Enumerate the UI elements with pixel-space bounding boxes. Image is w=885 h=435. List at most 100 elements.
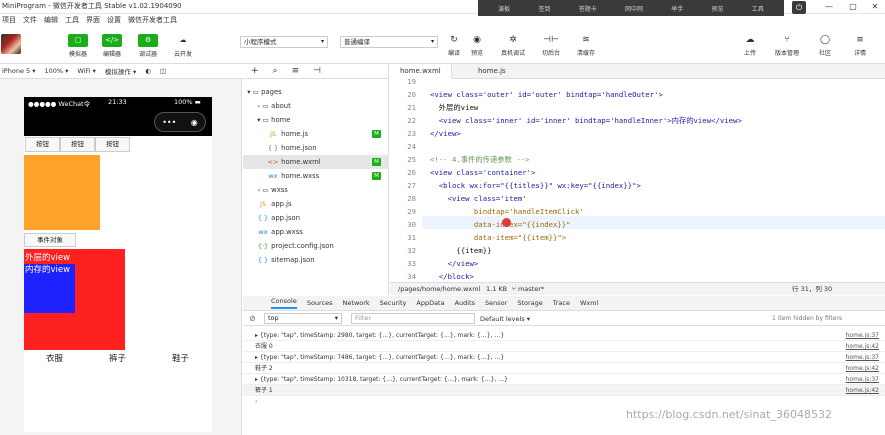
detach-icon[interactable]: ◫	[160, 67, 166, 75]
phone-button[interactable]: 按钮	[25, 137, 60, 152]
exit-icon[interactable]: ◉	[191, 118, 198, 127]
tab-security[interactable]: Security	[380, 299, 407, 307]
item-clothes[interactable]: 衣服	[46, 352, 63, 364]
tab-sensor[interactable]: Sensor	[485, 299, 507, 307]
tree-node-selected[interactable]: <> home.wxml M	[243, 155, 389, 169]
mini-capsule[interactable]: ••• ◉	[154, 112, 206, 132]
phone-button[interactable]: 按钮	[95, 137, 130, 152]
orange-box[interactable]	[24, 155, 100, 230]
tab-network[interactable]: Network	[343, 299, 370, 307]
float-item[interactable]: 签到	[538, 4, 550, 13]
phone-button[interactable]: 按钮	[60, 137, 95, 152]
clear-console-icon[interactable]: ⊘	[249, 314, 256, 323]
power-icon[interactable]: ⏻	[792, 1, 806, 14]
tree-node[interactable]: ▾ ▭ home	[243, 113, 389, 127]
source-link[interactable]: home.js:37	[846, 374, 879, 385]
background-button[interactable]: ⊣⊢ 切后台	[537, 34, 565, 57]
menu-tools[interactable]: 工具	[65, 15, 79, 25]
menu-edit[interactable]: 编辑	[44, 15, 58, 25]
float-item[interactable]: 举手	[671, 4, 683, 13]
network-select[interactable]: WiFi ▾	[77, 67, 96, 75]
console-log-line[interactable]: ▸ {type: "tap", timeStamp: 2980, target:…	[243, 330, 885, 341]
code-line: data-item="{{item}}">	[430, 233, 567, 242]
console-prompt[interactable]: ›	[243, 396, 885, 407]
source-link[interactable]: home.js:42	[846, 341, 879, 352]
search-icon[interactable]: ⌕	[273, 66, 278, 76]
tab-home-js[interactable]: home.js	[468, 64, 516, 79]
tab-sources[interactable]: Sources	[307, 299, 333, 307]
source-link[interactable]: home.js:42	[846, 385, 879, 396]
context-select[interactable]: top ▾	[264, 313, 342, 324]
tree-node[interactable]: { } home.json	[243, 141, 389, 155]
tab-storage[interactable]: Storage	[517, 299, 542, 307]
simulator-toggle-button[interactable]: ▢ 模拟器	[65, 34, 91, 58]
debugger-toggle-button[interactable]: ⚙ 调试器	[135, 34, 161, 58]
source-link[interactable]: home.js:37	[846, 330, 879, 341]
debug-icon: ⚙	[138, 34, 158, 47]
close-button[interactable]: ✕	[864, 0, 885, 13]
preview-button[interactable]: ◉ 预览	[463, 34, 491, 57]
console-filter-input[interactable]: Filter	[351, 313, 475, 324]
log-levels-select[interactable]: Default levels ▾	[480, 315, 530, 323]
collapse-icon[interactable]: ⊣	[313, 66, 321, 76]
device-select[interactable]: iPhone 5 ▾	[2, 67, 35, 75]
more-icon[interactable]: •••	[162, 118, 176, 127]
source-link[interactable]: home.js:37	[846, 352, 879, 363]
zoom-select[interactable]: 100% ▾	[44, 67, 68, 75]
console-log-line[interactable]: ▸ {type: "tap", timeStamp: 10318, target…	[243, 374, 885, 385]
devtools-tab-bar: Console Sources Network Security AppData…	[243, 296, 885, 311]
editor-toggle-button[interactable]: </> 编辑器	[99, 34, 125, 58]
menu-devtools[interactable]: 微信开发者工具	[128, 15, 177, 25]
float-item[interactable]: 预览	[712, 4, 724, 13]
menu-project[interactable]: 项目	[2, 15, 16, 25]
tab-wxml[interactable]: Wxml	[580, 299, 598, 307]
git-branch[interactable]: ⑂ master*	[512, 283, 544, 295]
tree-node[interactable]: { } app.json	[243, 211, 389, 225]
float-item[interactable]: 网中网	[625, 4, 643, 13]
tree-node[interactable]: {·} project.config.json	[243, 239, 389, 253]
console-log-line[interactable]: ▸ {type: "tap", timeStamp: 7486, target:…	[243, 352, 885, 363]
volume-icon[interactable]: ◐	[145, 67, 151, 75]
event-object-button[interactable]: 事件对象	[24, 233, 76, 247]
file-size: 1.1 KB	[486, 285, 508, 293]
avatar[interactable]	[1, 34, 21, 54]
tree-node[interactable]: wx app.wxss	[243, 225, 389, 239]
add-icon[interactable]: +	[251, 66, 259, 76]
tree-node[interactable]: ▾ ▭ pages	[243, 85, 389, 99]
tree-node[interactable]: { } sitemap.json	[243, 253, 389, 267]
float-item[interactable]: 演板	[498, 4, 510, 13]
tab-trace[interactable]: Trace	[553, 299, 570, 307]
tab-appdata[interactable]: AppData	[416, 299, 444, 307]
simulate-action-select[interactable]: 模拟操作 ▾	[105, 66, 136, 76]
code-line: </view>	[430, 129, 461, 138]
float-item[interactable]: 答题卡	[579, 4, 597, 13]
menu-settings[interactable]: 设置	[107, 15, 121, 25]
minimize-button[interactable]: —	[818, 0, 840, 13]
tab-audits[interactable]: Audits	[455, 299, 475, 307]
details-button[interactable]: ≡ 详情	[846, 34, 874, 57]
item-pants[interactable]: 裤子	[109, 352, 126, 364]
clear-cache-button[interactable]: ≋ 清缓存	[572, 34, 600, 57]
menu-file[interactable]: 文件	[23, 15, 37, 25]
tree-node[interactable]: › ▭ about	[243, 99, 389, 113]
compile-select[interactable]: 普通编译 ▾	[340, 36, 438, 48]
community-button[interactable]: ◯ 社区	[811, 34, 839, 57]
source-link[interactable]: home.js:42	[846, 363, 879, 374]
mode-select[interactable]: 小程序模式 ▾	[240, 36, 328, 48]
menu-view[interactable]: 界面	[86, 15, 100, 25]
version-button[interactable]: ⑂ 版本管理	[773, 34, 801, 57]
tree-node[interactable]: wx home.wxss M	[243, 169, 389, 183]
list-icon[interactable]: ≡	[292, 66, 300, 76]
float-item[interactable]: 工具	[752, 4, 764, 13]
battery: 100% ▬	[174, 98, 201, 106]
remote-debug-button[interactable]: ✲ 真机调试	[499, 34, 527, 57]
tab-console[interactable]: Console	[271, 297, 297, 309]
upload-button[interactable]: ☁ 上传	[736, 34, 764, 57]
maximize-button[interactable]: □	[842, 0, 864, 13]
tree-node[interactable]: JS app.js	[243, 197, 389, 211]
item-shoes[interactable]: 鞋子	[172, 352, 189, 364]
cursor-pointer-dot	[502, 218, 511, 227]
cloud-dev-button[interactable]: ☁ 云开发	[170, 34, 196, 58]
tree-node[interactable]: JS home.js M	[243, 127, 389, 141]
tree-node[interactable]: › ▭ wxss	[243, 183, 389, 197]
